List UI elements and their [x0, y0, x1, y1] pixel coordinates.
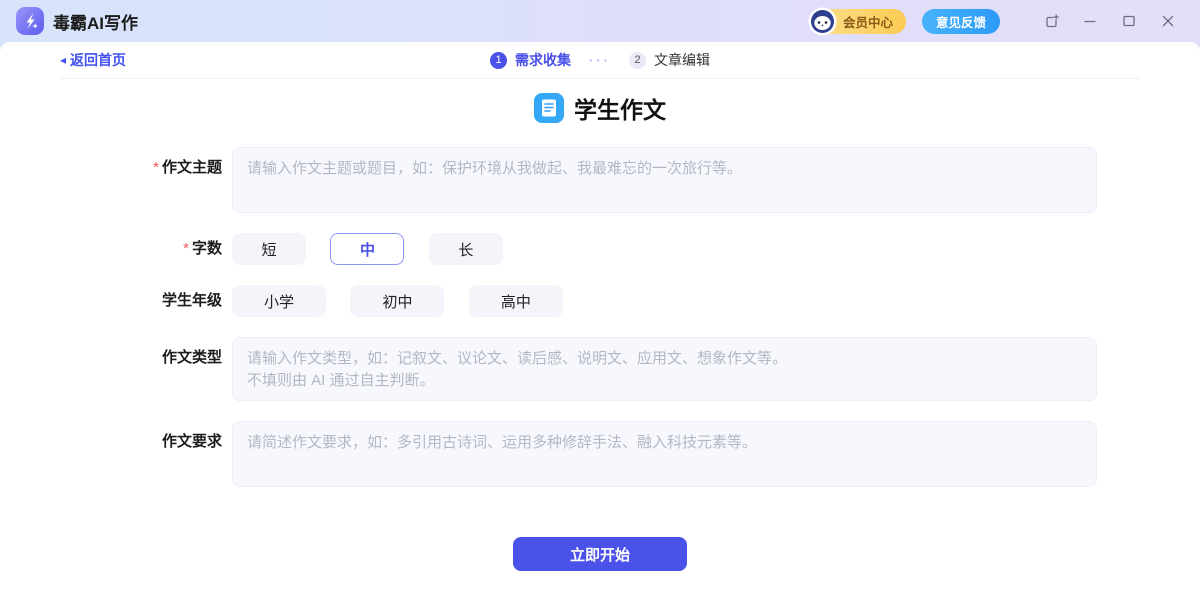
back-arrow-icon: ◂: [60, 53, 66, 67]
minimize-icon[interactable]: [1076, 7, 1104, 35]
requirements-label: 作文要求: [0, 421, 222, 487]
length-option-long[interactable]: 长: [429, 233, 503, 265]
length-row: *字数 短 中 长: [0, 233, 1097, 265]
document-icon: [534, 93, 564, 123]
requirements-row: 作文要求: [0, 421, 1097, 487]
main-content: ◂ 返回首页 1 需求收集 ··· 2 文章编辑: [0, 42, 1200, 600]
type-input[interactable]: [232, 337, 1097, 401]
feedback-label: 意见反馈: [936, 12, 986, 31]
length-label: *字数: [0, 233, 222, 265]
step-2-number: 2: [629, 52, 646, 69]
back-home-label: 返回首页: [70, 50, 126, 70]
grade-option-senior[interactable]: 高中: [469, 285, 563, 317]
titlebar: 毒霸AI写作 会员中心 意见反馈: [0, 0, 1200, 42]
grade-label: 学生年级: [0, 285, 222, 317]
member-center-button[interactable]: 会员中心: [811, 9, 906, 34]
divider: [60, 78, 1140, 79]
length-option-short[interactable]: 短: [232, 233, 306, 265]
back-home-link[interactable]: ◂ 返回首页: [60, 50, 126, 70]
nav-bar: ◂ 返回首页 1 需求收集 ··· 2 文章编辑: [0, 42, 1200, 78]
type-label: 作文类型: [0, 337, 222, 401]
topic-input[interactable]: [232, 147, 1097, 213]
step-editing: 2 文章编辑: [629, 50, 710, 70]
new-window-icon[interactable]: [1037, 7, 1065, 35]
step-1-number: 1: [490, 52, 507, 69]
lightning-icon: [16, 7, 44, 35]
topic-label: *作文主题: [0, 147, 222, 213]
grade-option-primary[interactable]: 小学: [232, 285, 326, 317]
app-title: 毒霸AI写作: [53, 9, 138, 34]
maximize-icon[interactable]: [1115, 7, 1143, 35]
length-option-medium[interactable]: 中: [330, 233, 404, 265]
requirements-input[interactable]: [232, 421, 1097, 487]
form-header: 学生作文: [0, 89, 1200, 127]
step-requirements: 1 需求收集: [490, 50, 571, 70]
required-marker: *: [183, 240, 189, 257]
step-dots: ···: [589, 53, 611, 68]
page-title: 学生作文: [574, 91, 666, 125]
feedback-button[interactable]: 意见反馈: [922, 9, 1000, 34]
step-2-label: 文章编辑: [654, 50, 710, 70]
app-window: 毒霸AI写作 会员中心 意见反馈: [0, 0, 1200, 600]
essay-form: *作文主题 *字数 短 中 长 学生年级 小学: [0, 147, 1097, 487]
grade-row: 学生年级 小学 初中 高中: [0, 285, 1097, 317]
grade-option-junior[interactable]: 初中: [350, 285, 444, 317]
app-logo-icon: [16, 7, 44, 35]
titlebar-right: 会员中心 意见反馈: [811, 7, 1182, 35]
window-controls: [1026, 7, 1182, 35]
step-1-label: 需求收集: [515, 50, 571, 70]
topic-row: *作文主题: [0, 147, 1097, 213]
required-marker: *: [153, 159, 159, 176]
member-avatar-icon: [808, 7, 837, 36]
start-button[interactable]: 立即开始: [513, 537, 687, 571]
step-indicator: 1 需求收集 ··· 2 文章编辑: [490, 50, 710, 70]
close-icon[interactable]: [1154, 7, 1182, 35]
type-row: 作文类型: [0, 337, 1097, 401]
member-center-label: 会员中心: [843, 12, 893, 31]
